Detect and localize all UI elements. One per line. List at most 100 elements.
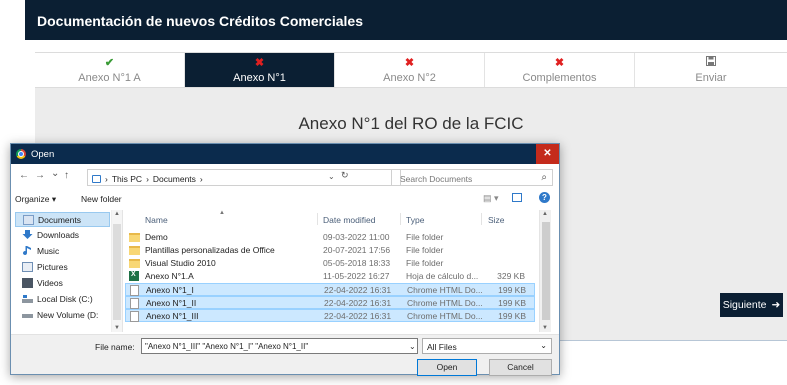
address-bar[interactable]: › This PC › Documents › — [87, 169, 401, 186]
tab-enviar[interactable]: Enviar — [635, 53, 787, 87]
file-row[interactable]: Demo 09-03-2022 11:00 File folder — [125, 231, 535, 244]
back-arrow-icon[interactable]: ← — [19, 170, 29, 181]
file-row[interactable]: Anexo N°1.A 11-05-2022 16:27 Hoja de cál… — [125, 270, 535, 283]
sidebar-item-music[interactable]: Music — [15, 244, 110, 259]
content-title: Anexo N°1 del RO de la FCIC — [298, 114, 524, 133]
refresh-icon[interactable]: ↻ — [341, 170, 349, 181]
sidebar-item-pictures[interactable]: Pictures — [15, 260, 110, 275]
forward-arrow-icon[interactable]: → — [35, 170, 45, 181]
file-name: Visual Studio 2010 — [145, 258, 216, 268]
tab-complementos[interactable]: ✖ Complementos — [485, 53, 635, 87]
chrome-icon — [16, 149, 26, 159]
tab-label: Enviar — [695, 72, 727, 84]
disk-icon — [22, 294, 33, 304]
address-separator: › — [199, 174, 203, 184]
file-date: 11-05-2022 16:27 — [323, 271, 390, 281]
preview-pane-icon[interactable] — [512, 193, 522, 202]
open-file-dialog: Open ✕ ← → ⌄ ↑ › This PC › Documents › ⌄… — [10, 143, 560, 376]
sidebar-item-local-disk[interactable]: Local Disk (C:) — [15, 292, 110, 307]
step-tabs: ✔ Anexo N°1 A ✖ Anexo N°1 ✖ Anexo N°2 ✖ … — [35, 52, 787, 88]
file-name: Plantillas personalizadas de Office — [145, 245, 275, 255]
file-date: 22-04-2022 16:31 — [324, 298, 392, 308]
downloads-icon — [22, 230, 33, 240]
sidebar-item-documents[interactable]: Documents — [15, 212, 110, 227]
html-file-icon — [130, 298, 139, 309]
column-header-name[interactable]: Name — [145, 215, 168, 225]
file-type: Chrome HTML Do... — [407, 298, 483, 308]
scrollbar-thumb[interactable] — [113, 224, 121, 320]
tab-anexo-1[interactable]: ✖ Anexo N°1 — [185, 53, 335, 87]
scrollbar-thumb[interactable] — [542, 222, 550, 320]
sidebar-scrollbar[interactable]: ▲ ▼ — [111, 210, 122, 332]
file-row-selected[interactable]: Anexo N°1_I 22-04-2022 16:31 Chrome HTML… — [125, 283, 535, 296]
cancel-button[interactable]: Cancel — [489, 359, 552, 376]
file-size: 199 KB — [498, 298, 526, 308]
dialog-footer: File name: "Anexo N°1_III" "Anexo N°1_I"… — [11, 334, 559, 376]
next-label: Siguiente — [722, 299, 767, 311]
file-row-selected[interactable]: Anexo N°1_II 22-04-2022 16:31 Chrome HTM… — [125, 296, 535, 309]
view-options-icon[interactable]: ▤ ▾ — [483, 193, 499, 204]
help-icon[interactable]: ? — [539, 192, 550, 203]
tab-label: Anexo N°2 — [383, 72, 436, 84]
file-row[interactable]: Visual Studio 2010 05-05-2018 18:33 File… — [125, 257, 535, 270]
chevron-down-icon[interactable]: ⌄ — [409, 342, 416, 351]
dialog-title: Open — [31, 149, 55, 160]
file-row[interactable]: Plantillas personalizadas de Office 20-0… — [125, 244, 535, 257]
sidebar-item-label: Videos — [37, 278, 63, 288]
column-header-date[interactable]: Date modified — [323, 215, 375, 225]
chevron-down-icon: ⌄ — [540, 341, 547, 350]
computer-icon — [92, 175, 101, 183]
file-date: 22-04-2022 16:31 — [324, 285, 392, 295]
file-name: Anexo N°1.A — [145, 271, 194, 281]
file-name: Demo — [145, 232, 168, 242]
next-button[interactable]: Siguiente ➜ — [720, 293, 783, 317]
file-size: 329 KB — [497, 271, 525, 281]
address-separator: › — [105, 174, 108, 184]
breadcrumb-documents[interactable]: Documents — [153, 174, 196, 184]
recent-locations-icon[interactable]: ⌄ — [51, 168, 59, 179]
sort-ascending-icon: ▲ — [219, 210, 225, 216]
file-type: Chrome HTML Do... — [407, 285, 483, 295]
tab-anexo-1a[interactable]: ✔ Anexo N°1 A — [35, 53, 185, 87]
folder-icon — [129, 246, 140, 255]
tab-label: Anexo N°1 A — [78, 72, 141, 84]
page-header: Documentación de nuevos Créditos Comerci… — [25, 0, 787, 40]
sidebar-item-videos[interactable]: Videos — [15, 276, 110, 291]
column-header-type[interactable]: Type — [406, 215, 424, 225]
search-input[interactable]: Search Documents ⌕ — [391, 169, 553, 186]
new-folder-button[interactable]: New folder — [81, 194, 122, 204]
column-header-size[interactable]: Size — [488, 215, 505, 225]
file-date: 22-04-2022 16:31 — [324, 311, 392, 321]
file-date: 09-03-2022 11:00 — [323, 232, 390, 242]
file-name: Anexo N°1_I — [146, 285, 194, 295]
error-icon: ✖ — [554, 57, 565, 69]
sidebar-item-new-volume[interactable]: New Volume (D: — [15, 308, 110, 323]
scroll-up-icon[interactable]: ▲ — [542, 211, 548, 217]
html-file-icon — [130, 285, 139, 296]
scroll-up-icon[interactable]: ▲ — [114, 211, 120, 217]
music-icon — [22, 246, 33, 256]
sidebar-item-label: New Volume (D: — [37, 310, 99, 320]
file-size: 199 KB — [498, 285, 526, 295]
search-icon: ⌕ — [541, 172, 547, 183]
breadcrumb-this-pc[interactable]: This PC — [112, 174, 142, 184]
tab-anexo-2[interactable]: ✖ Anexo N°2 — [335, 53, 485, 87]
error-icon: ✖ — [404, 57, 415, 69]
file-date: 20-07-2021 17:56 — [323, 245, 391, 255]
divider — [317, 213, 318, 225]
open-button[interactable]: Open — [417, 359, 477, 376]
pictures-icon — [22, 262, 33, 272]
file-list-scrollbar[interactable]: ▲ ▼ — [539, 210, 551, 332]
scroll-down-icon[interactable]: ▼ — [114, 325, 120, 331]
scroll-down-icon[interactable]: ▼ — [542, 325, 548, 331]
file-name-input[interactable]: "Anexo N°1_III" "Anexo N°1_I" "Anexo N°1… — [141, 338, 418, 354]
file-row-selected[interactable]: Anexo N°1_III 22-04-2022 16:31 Chrome HT… — [125, 309, 535, 322]
sidebar-item-downloads[interactable]: Downloads — [15, 228, 110, 243]
up-arrow-icon[interactable]: ↑ — [64, 170, 69, 181]
file-type-select[interactable]: All Files ⌄ — [422, 338, 552, 354]
dialog-title-bar[interactable]: Open — [11, 144, 559, 164]
organize-menu[interactable]: Organize ▾ — [15, 194, 56, 205]
file-type: Hoja de cálculo d... — [406, 271, 479, 281]
close-button[interactable]: ✕ — [536, 144, 559, 164]
chevron-down-icon[interactable]: ⌄ — [328, 172, 335, 181]
